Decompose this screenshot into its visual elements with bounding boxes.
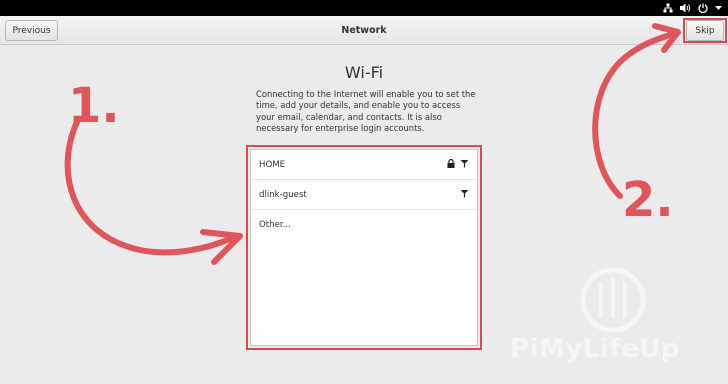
watermark-text: PiMyLifeUp — [510, 334, 680, 364]
wifi-signal-icon — [460, 189, 469, 201]
power-icon[interactable] — [698, 3, 708, 13]
network-list: HOME dlink-guest Other... — [250, 149, 478, 346]
previous-button[interactable]: Previous — [5, 20, 58, 41]
network-row-home[interactable]: HOME — [251, 150, 477, 180]
watermark-logo — [580, 267, 646, 333]
network-name: HOME — [259, 159, 286, 170]
system-tray[interactable] — [663, 0, 722, 16]
network-row-other[interactable]: Other... — [251, 210, 477, 240]
network-name: dlink-guest — [259, 189, 307, 200]
step-number-1: 1. — [68, 78, 120, 134]
volume-icon[interactable] — [680, 3, 691, 13]
skip-highlight-box — [683, 18, 727, 43]
top-bar — [0, 0, 728, 16]
page-title: Network — [341, 25, 387, 36]
menu-arrow-icon[interactable] — [715, 5, 722, 11]
lock-icon — [447, 158, 455, 171]
network-wired-icon[interactable] — [663, 3, 673, 13]
arrow-to-network-list — [64, 119, 243, 265]
header-bar: Network Previous Skip — [0, 16, 728, 45]
wifi-description: Connecting to the Internet will enable y… — [256, 89, 476, 134]
network-name: Other... — [259, 220, 291, 230]
wifi-signal-icon — [460, 159, 469, 171]
arrow-to-skip-button — [592, 23, 681, 199]
step-number-2: 2. — [622, 172, 674, 228]
network-row-dlink-guest[interactable]: dlink-guest — [251, 180, 477, 210]
